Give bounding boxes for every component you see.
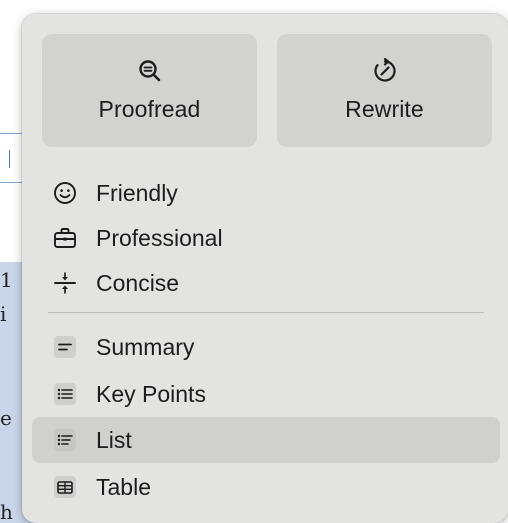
- proofread-label: Proofread: [98, 96, 201, 122]
- menu-item-professional[interactable]: Professional: [32, 215, 500, 261]
- menu-item-label: Professional: [96, 224, 223, 251]
- menu-item-label: Summary: [96, 333, 195, 360]
- table-icon: [52, 474, 78, 500]
- magnifier-check-icon: [138, 60, 160, 82]
- menu-item-label: Friendly: [96, 179, 178, 206]
- list-icon: [52, 427, 78, 453]
- rewrite-label: Rewrite: [345, 96, 424, 122]
- background-text-fragment: h: [0, 500, 13, 523]
- background-text-fragment: e: [0, 406, 12, 430]
- briefcase-icon: [52, 225, 78, 251]
- compress-icon: [52, 270, 78, 296]
- menu-item-friendly[interactable]: Friendly: [32, 170, 500, 216]
- menu-item-concise[interactable]: Concise: [32, 260, 500, 306]
- background-text-fragment: i: [0, 302, 7, 326]
- menu-item-label: List: [96, 426, 132, 453]
- summary-lines-icon: [52, 334, 78, 360]
- bullet-list-icon: [52, 381, 78, 407]
- text-cursor: [9, 150, 10, 168]
- rewrite-button[interactable]: Rewrite: [277, 34, 492, 147]
- menu-item-label: Concise: [96, 269, 180, 296]
- menu-item-label: Table: [96, 473, 151, 500]
- menu-item-table[interactable]: Table: [32, 464, 500, 510]
- menu-item-label: Key Points: [96, 380, 206, 407]
- background-text-fragment: 1: [0, 268, 13, 292]
- proofread-button[interactable]: Proofread: [42, 34, 257, 147]
- menu-divider: [48, 312, 484, 313]
- menu-item-summary[interactable]: Summary: [32, 324, 500, 370]
- smiley-icon: [52, 180, 78, 206]
- writing-tools-popover: Proofread Rewrite Friendly Professional …: [22, 14, 508, 523]
- menu-item-list[interactable]: List: [32, 417, 500, 463]
- rewrite-arrows-icon: [373, 58, 396, 82]
- menu-item-key-points[interactable]: Key Points: [32, 371, 500, 417]
